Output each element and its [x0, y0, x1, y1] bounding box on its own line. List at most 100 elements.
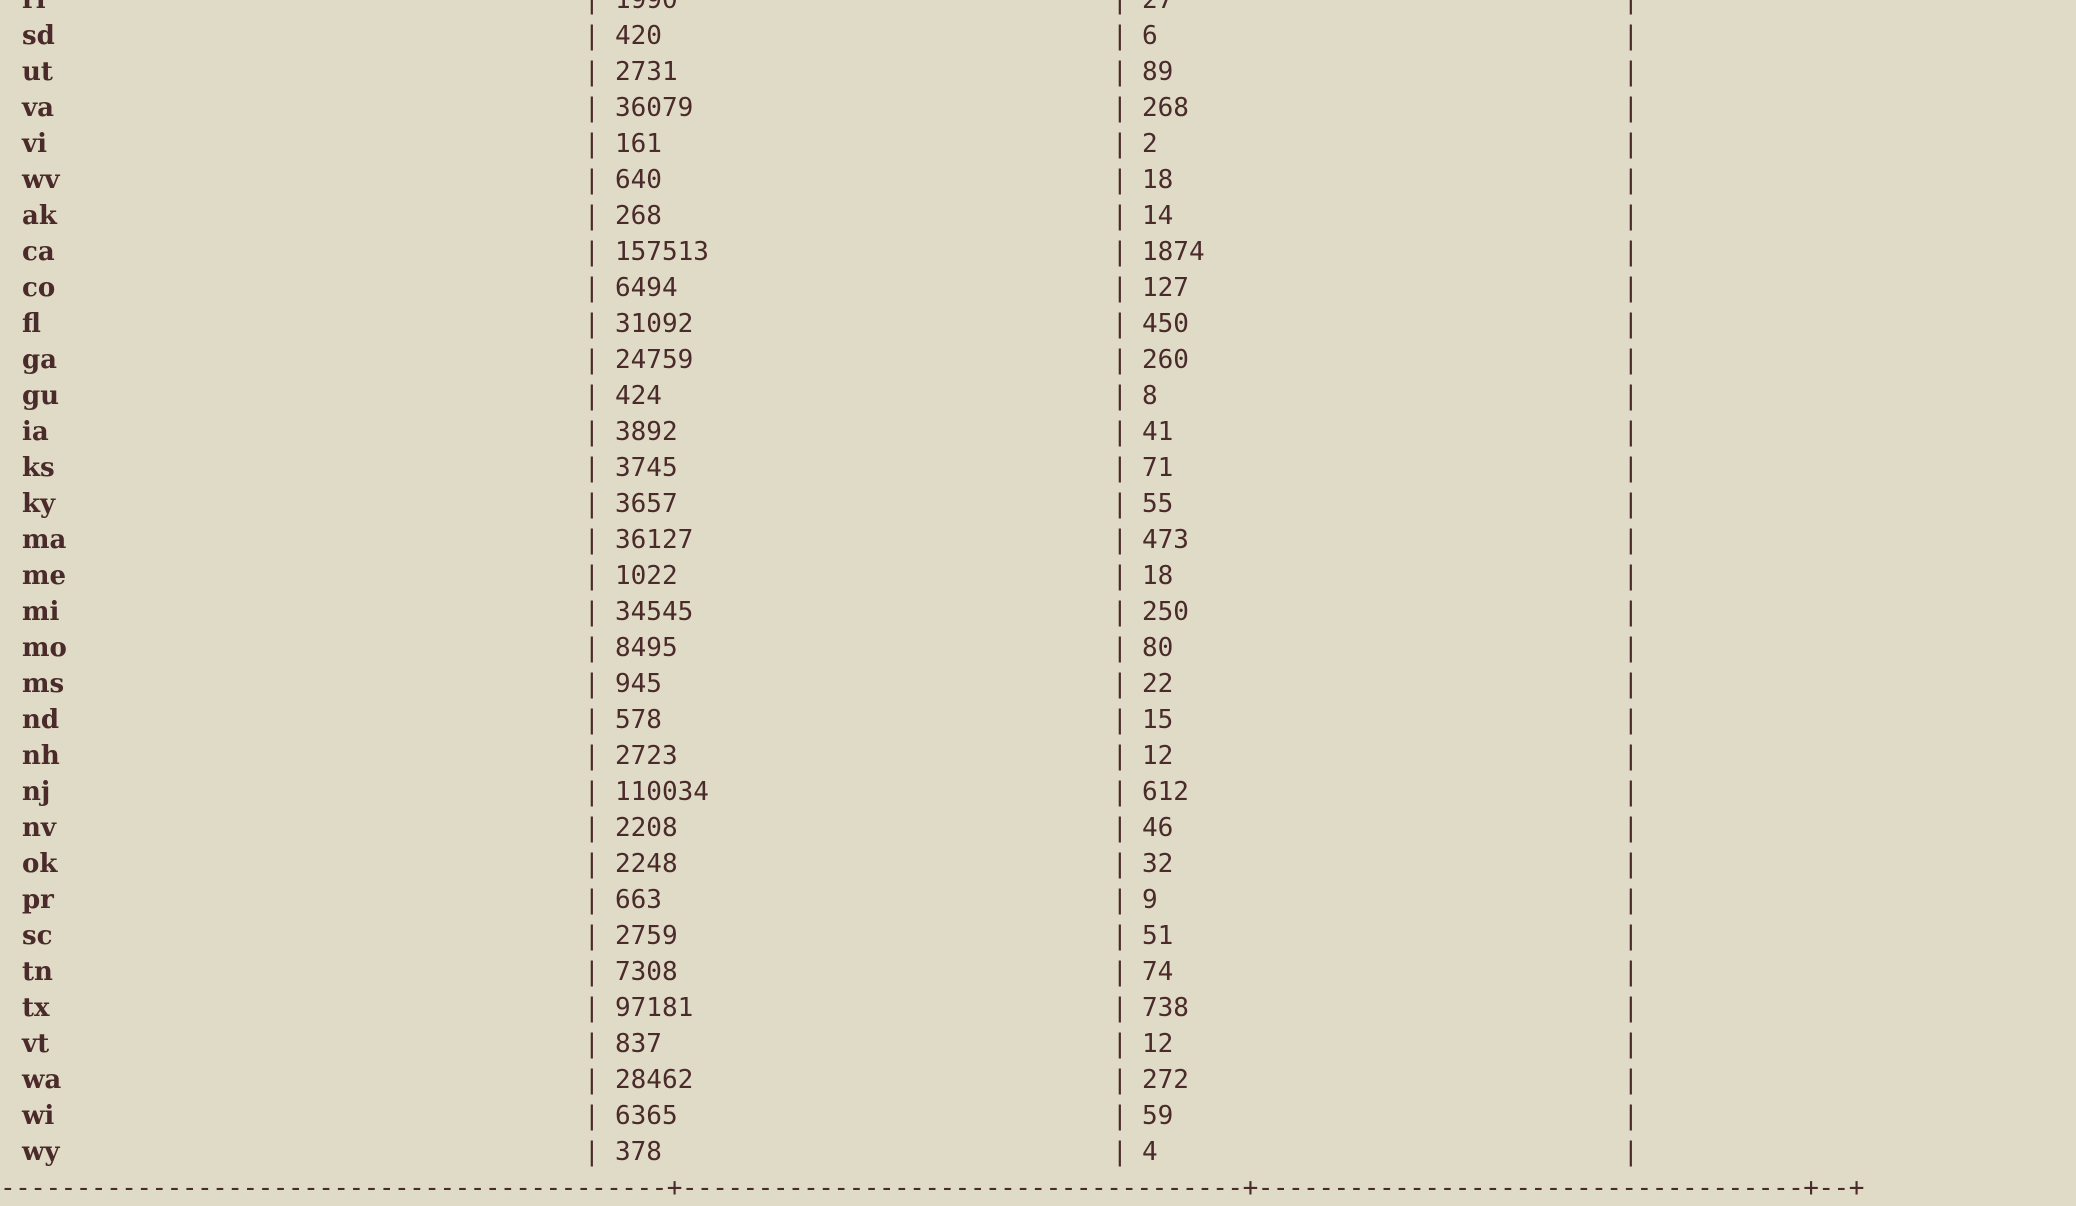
- subcount-cell: 55: [1142, 489, 1174, 519]
- column-separator: |: [584, 669, 600, 699]
- subcount-cell: 15: [1142, 705, 1174, 735]
- column-separator: |: [584, 21, 600, 51]
- state-code-cell: tn: [22, 957, 53, 987]
- table-row: | | | nh 2723 12: [0, 738, 2076, 774]
- column-separator: |: [1623, 93, 1639, 123]
- column-separator: |: [1112, 165, 1128, 195]
- column-separator: |: [1112, 57, 1128, 87]
- column-separator: |: [1112, 273, 1128, 303]
- count-cell: 6365: [615, 1101, 678, 1131]
- count-cell: 2759: [615, 921, 678, 951]
- subcount-cell: 41: [1142, 417, 1174, 447]
- column-separator: |: [1112, 1101, 1128, 1131]
- state-code-cell: ak: [22, 201, 57, 231]
- state-code-cell: wy: [22, 1137, 60, 1167]
- terminal-window[interactable]: | | | ri 1990 27 | | | sd 420 6 | | | ut 2731 89 | | | va 3607…: [0, 0, 2076, 1206]
- column-separator: |: [584, 57, 600, 87]
- column-separator: |: [584, 1065, 600, 1095]
- state-code-cell: sc: [22, 921, 53, 951]
- column-separator: |: [584, 921, 600, 951]
- column-separator: |: [1112, 129, 1128, 159]
- state-code-cell: tx: [22, 993, 50, 1023]
- column-separator: |: [1623, 273, 1639, 303]
- column-separator: |: [1112, 1137, 1128, 1167]
- column-separator: |: [584, 0, 600, 15]
- subcount-cell: 46: [1142, 813, 1174, 843]
- count-cell: 3745: [615, 453, 678, 483]
- count-cell: 578: [615, 705, 662, 735]
- column-separator: |: [584, 885, 600, 915]
- count-cell: 420: [615, 21, 662, 51]
- table-row: | | | ma 36127 473: [0, 522, 2076, 558]
- count-cell: 110034: [615, 777, 709, 807]
- column-separator: |: [584, 993, 600, 1023]
- count-cell: 663: [615, 885, 662, 915]
- column-separator: |: [584, 1029, 600, 1059]
- column-separator: |: [584, 1101, 600, 1131]
- column-separator: |: [1112, 669, 1128, 699]
- state-code-cell: va: [22, 93, 54, 123]
- state-code-cell: nj: [22, 777, 51, 807]
- count-cell: 945: [615, 669, 662, 699]
- count-cell: 640: [615, 165, 662, 195]
- table-row: | | | ks 3745 71: [0, 450, 2076, 486]
- column-separator: |: [1623, 201, 1639, 231]
- subcount-cell: 4: [1142, 1137, 1158, 1167]
- subcount-cell: 6: [1142, 21, 1158, 51]
- table-row: | | | gu 424 8: [0, 378, 2076, 414]
- column-separator: |: [1623, 633, 1639, 663]
- subcount-cell: 80: [1142, 633, 1174, 663]
- count-cell: 24759: [615, 345, 694, 375]
- table-row: | | | wa 28462 272: [0, 1062, 2076, 1098]
- state-code-cell: co: [22, 273, 56, 303]
- state-code-cell: ca: [22, 237, 55, 267]
- state-code-cell: nd: [22, 705, 60, 735]
- column-separator: |: [1112, 453, 1128, 483]
- state-code-cell: fl: [22, 309, 41, 339]
- subcount-cell: 59: [1142, 1101, 1174, 1131]
- state-code-cell: wi: [22, 1101, 55, 1131]
- state-code-cell: mi: [22, 597, 60, 627]
- table-row: | | | mi 34545 250: [0, 594, 2076, 630]
- state-code-cell: ut: [22, 57, 53, 87]
- table-row: | | | tx 97181 738: [0, 990, 2076, 1026]
- column-separator: |: [584, 309, 600, 339]
- subcount-cell: 9: [1142, 885, 1158, 915]
- table-row: | | | ak 268 14: [0, 198, 2076, 234]
- count-cell: 161: [615, 129, 662, 159]
- column-separator: |: [1112, 381, 1128, 411]
- table-row: | | | ut 2731 89: [0, 54, 2076, 90]
- subcount-cell: 18: [1142, 561, 1174, 591]
- column-separator: |: [1112, 309, 1128, 339]
- column-separator: |: [1623, 417, 1639, 447]
- column-separator: |: [584, 597, 600, 627]
- column-separator: |: [1112, 741, 1128, 771]
- column-separator: |: [584, 561, 600, 591]
- column-separator: |: [1623, 237, 1639, 267]
- column-separator: |: [1112, 813, 1128, 843]
- column-separator: |: [1623, 309, 1639, 339]
- column-separator: |: [584, 633, 600, 663]
- subcount-cell: 89: [1142, 57, 1174, 87]
- table-row: | | | ri 1990 27: [0, 0, 2076, 18]
- count-cell: 28462: [615, 1065, 694, 1095]
- count-cell: 837: [615, 1029, 662, 1059]
- table-row: | | | ga 24759 260: [0, 342, 2076, 378]
- table-bottom-border: ----------------------------------------…: [0, 1173, 1864, 1203]
- column-separator: |: [1112, 597, 1128, 627]
- state-code-cell: sd: [22, 21, 55, 51]
- subcount-cell: 268: [1142, 93, 1189, 123]
- column-separator: |: [1112, 0, 1128, 15]
- subcount-cell: 18: [1142, 165, 1174, 195]
- column-separator: |: [1623, 381, 1639, 411]
- column-separator: |: [584, 705, 600, 735]
- column-separator: |: [1623, 705, 1639, 735]
- state-code-cell: gu: [22, 381, 60, 411]
- column-separator: |: [1112, 1029, 1128, 1059]
- count-cell: 36079: [615, 93, 694, 123]
- state-code-cell: nv: [22, 813, 57, 843]
- column-separator: |: [1112, 849, 1128, 879]
- column-separator: |: [1112, 921, 1128, 951]
- subcount-cell: 51: [1142, 921, 1174, 951]
- count-cell: 6494: [615, 273, 678, 303]
